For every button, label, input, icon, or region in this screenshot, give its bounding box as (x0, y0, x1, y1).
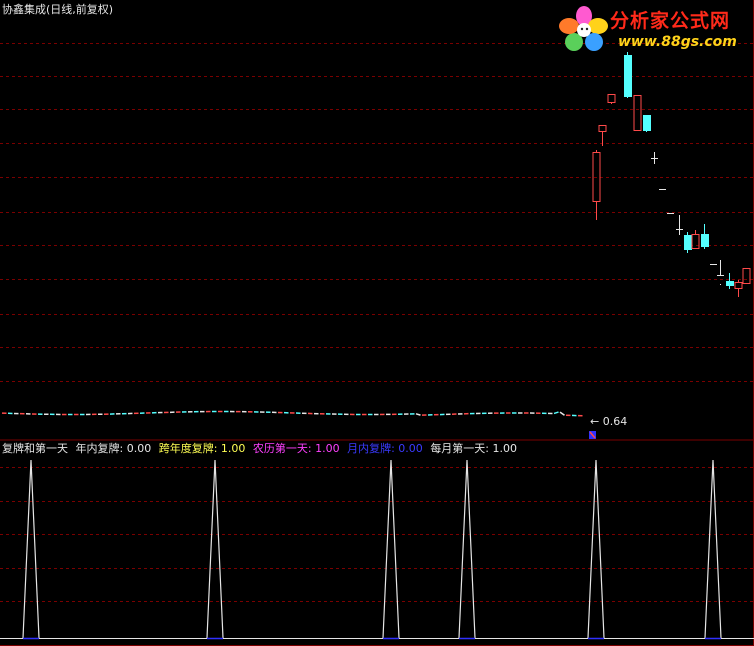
candle-body-down (684, 235, 692, 250)
watermark-url: www.88gs.com (618, 34, 737, 50)
candle-body-up (607, 94, 616, 103)
legend-item-in-month-resume: 月内复牌: 0.00 (347, 442, 423, 455)
legend-item-month-first-day: 每月第一天: 1.00 (430, 442, 518, 455)
candle-body-up (734, 282, 743, 289)
stock-chart-canvas[interactable]: ← 0.64 (0, 0, 754, 646)
candle-body-down (726, 281, 734, 286)
indicator-spike (206, 459, 224, 639)
history-line-segment (415, 413, 421, 416)
legend-item-lunar-first-day: 农历第一天: 1.00 (252, 442, 340, 455)
candle-body-down (624, 55, 632, 97)
candle-body-down (643, 115, 651, 131)
flower-logo-icon (559, 6, 608, 51)
candle-body-up (633, 95, 642, 131)
legend-item-in-year-resume: 年内复牌: 0.00 (75, 442, 152, 455)
indicator-spike (587, 459, 605, 639)
history-line-segment (553, 411, 559, 415)
indicator-legend: 复牌和第一天 年内复牌: 0.00 跨年度复牌: 1.00 农历第一天: 1.0… (2, 442, 521, 456)
history-line-segment (559, 411, 565, 416)
watermark: 分析家公式网 www.88gs.com (556, 4, 752, 56)
candle-body-up (742, 268, 751, 284)
indicator-spike (382, 459, 400, 639)
legend-item-resume-first-day: 复牌和第一天 (2, 442, 68, 455)
watermark-title: 分析家公式网 (610, 10, 731, 32)
chart-window: ← 0.64 协鑫集成(日线,前复权) 复牌和第一天 年内复牌: 0.00 跨年… (0, 0, 754, 646)
indicator-spike (458, 459, 476, 639)
price-line-label: ← 0.64 (590, 415, 627, 428)
stock-title: 协鑫集成(日线,前复权) (2, 3, 114, 16)
candle-body-up (598, 125, 607, 132)
candle-body-up (691, 234, 700, 249)
indicator-spike (704, 459, 722, 639)
legend-item-cross-year-resume: 跨年度复牌: 1.00 (158, 442, 246, 455)
candle-body-down (701, 234, 709, 247)
indicator-spike (22, 459, 40, 639)
